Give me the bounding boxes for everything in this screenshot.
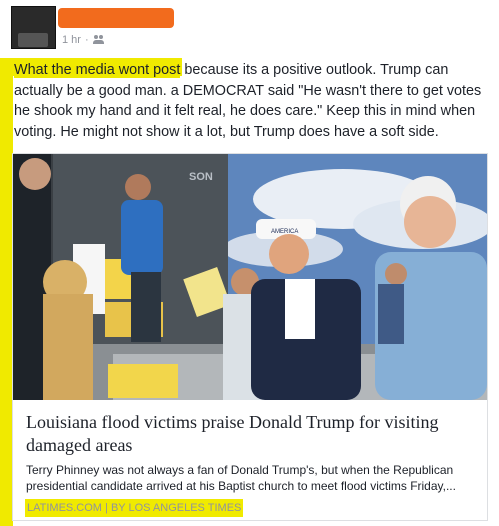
post-highlighted-text: What the media wont post [14,62,181,78]
link-card-source[interactable]: LATIMES.COM | BY LOS ANGELES TIMES [25,499,244,517]
author-name-redaction [58,8,174,28]
friends-icon[interactable] [92,35,105,45]
photo-hat-lettering: AMERICA [271,229,298,235]
post-meta: 1 hr · [62,33,105,47]
photo-illustration: SON AMERICA [13,154,487,400]
link-card[interactable]: SON AMERICA Louisiana flood victims prai… [12,153,488,521]
post-timestamp[interactable]: 1 hr [62,34,81,46]
link-card-description: Terry Phinney was not always a fan of Do… [26,463,456,493]
link-card-title[interactable]: Louisiana flood victims praise Donald Tr… [26,411,478,457]
avatar[interactable] [11,6,56,49]
link-card-photo[interactable]: SON AMERICA [13,154,487,400]
meta-separator: · [84,34,89,46]
post-text: What the media wont post because its a p… [14,60,494,142]
photo-truck-lettering: SON [189,171,213,183]
